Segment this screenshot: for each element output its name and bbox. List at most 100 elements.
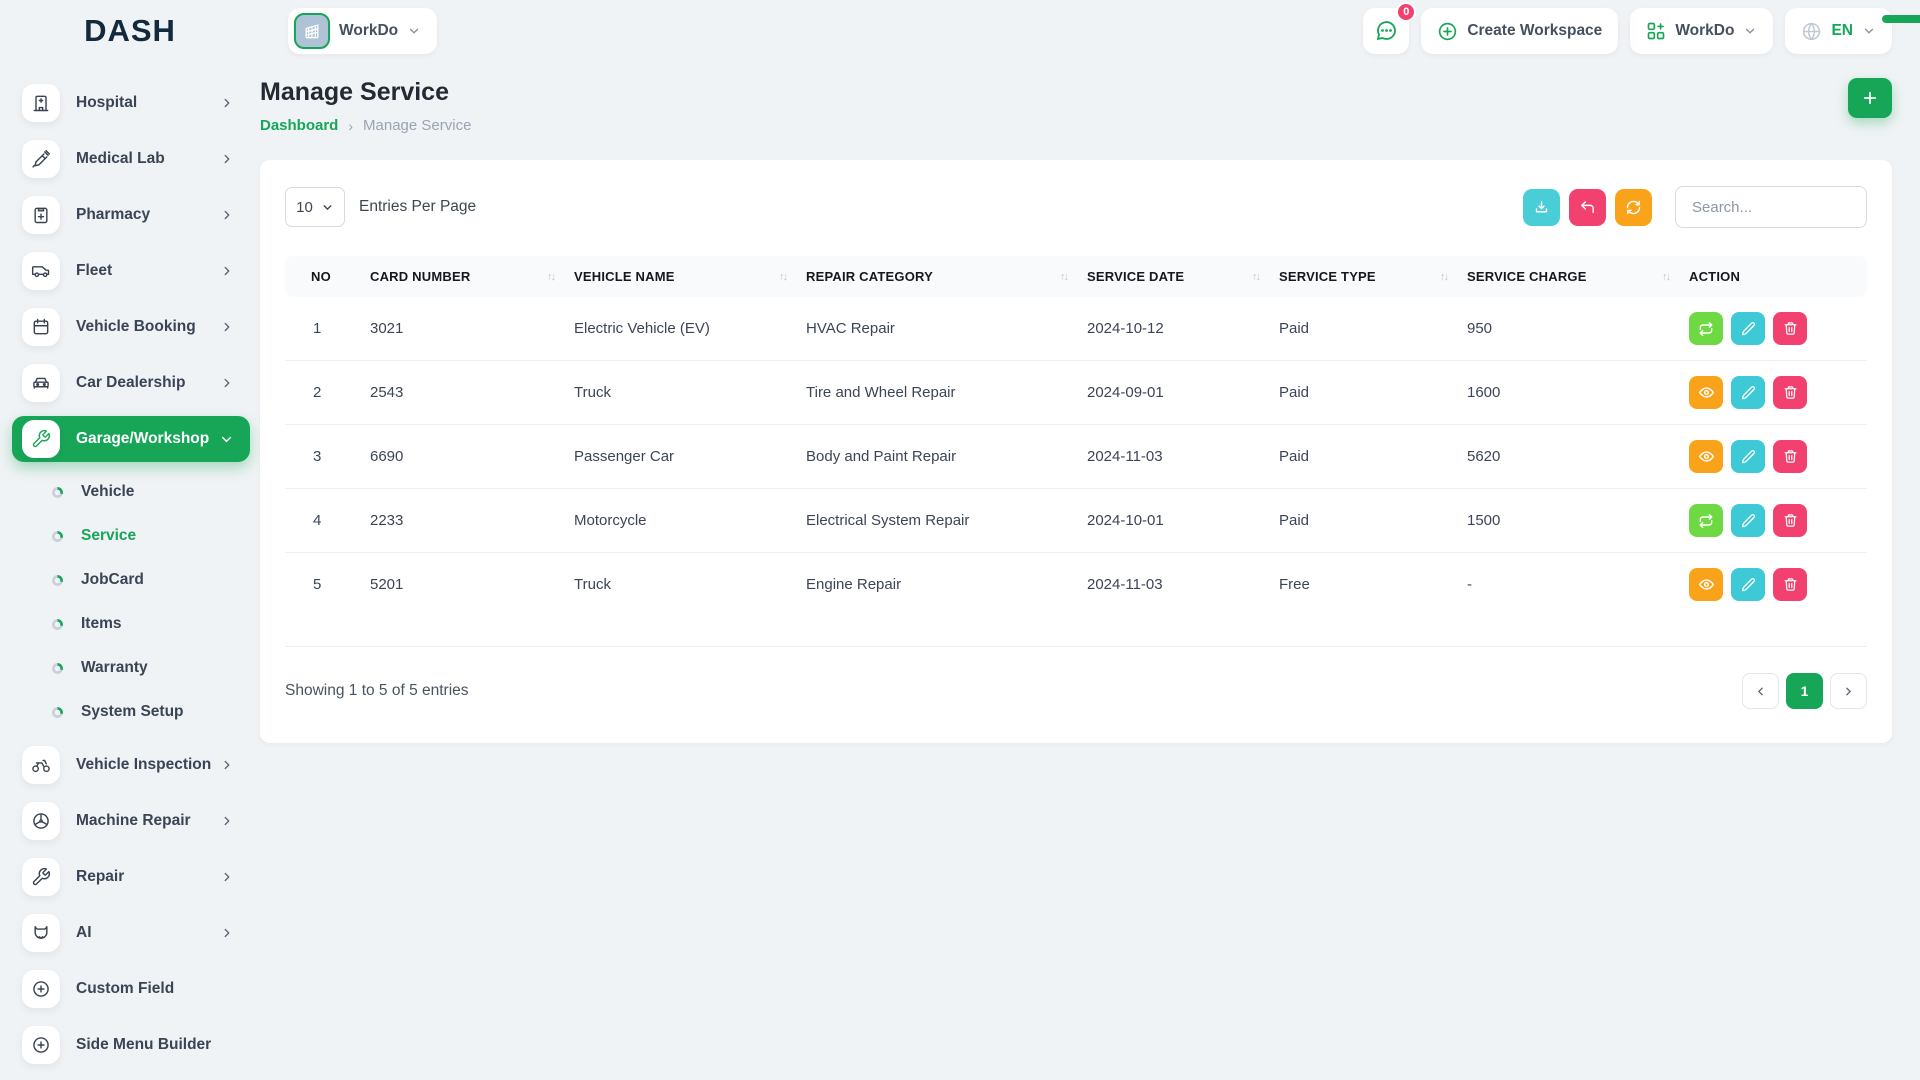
sidebar-item-garage-workshop[interactable]: Garage/Workshop — [12, 416, 250, 462]
delete-button[interactable] — [1773, 568, 1807, 601]
pagination-next-button[interactable] — [1830, 673, 1867, 709]
bullet-icon — [52, 618, 63, 630]
sidebar-subitem-label: Items — [81, 615, 122, 632]
header-card-number[interactable]: ↑↓ CARD NUMBER — [360, 256, 564, 297]
sidebar-subitem-label: Vehicle — [81, 483, 135, 500]
pagination-page-1-button[interactable]: 1 — [1786, 673, 1823, 709]
sort-icon[interactable]: ↑↓ — [1252, 271, 1261, 283]
chevron-right-icon — [220, 814, 234, 828]
edit-icon — [1741, 321, 1756, 336]
sidebar-subitem-vehicle[interactable]: Vehicle — [10, 472, 250, 512]
delete-button[interactable] — [1773, 376, 1807, 409]
cell-service-charge: - — [1457, 552, 1679, 616]
language-selector[interactable]: EN — [1785, 8, 1892, 54]
delete-button[interactable] — [1773, 312, 1807, 345]
cell-card-number: 6690 — [360, 424, 564, 489]
view-button[interactable] — [1689, 376, 1723, 409]
edit-icon — [1741, 385, 1756, 400]
header-no: NO — [285, 256, 360, 297]
view-button[interactable] — [1689, 568, 1723, 601]
sidebar-item-label: Vehicle Inspection — [76, 756, 212, 773]
edit-button[interactable] — [1731, 312, 1765, 345]
delete-icon — [1783, 321, 1798, 336]
fan-icon — [22, 802, 60, 840]
sort-icon[interactable]: ↑↓ — [1440, 271, 1449, 283]
header-vehicle-name[interactable]: ↑↓ VEHICLE NAME — [564, 256, 796, 297]
sort-icon[interactable]: ↑↓ — [1662, 271, 1671, 283]
logo[interactable]: DASH — [0, 13, 1920, 49]
sidebar-item-vehicle-booking[interactable]: Vehicle Booking — [12, 304, 250, 350]
sidebar: Hospital Medical Lab Pharmacy Fleet Vehicle … — [0, 0, 260, 1080]
edit-button[interactable] — [1731, 440, 1765, 473]
undo-button[interactable] — [1569, 188, 1606, 226]
chevron-down-icon — [1743, 24, 1757, 38]
create-workspace-label: Create Workspace — [1467, 22, 1603, 39]
sidebar-subitem-items[interactable]: Items — [10, 604, 250, 644]
workdo-menu-button[interactable]: WorkDo — [1630, 8, 1774, 54]
delete-button[interactable] — [1773, 440, 1807, 473]
sidebar-item-custom-field[interactable]: Custom Field — [12, 966, 250, 1012]
cell-service-type: Paid — [1269, 488, 1457, 553]
sidebar-item-repair[interactable]: Repair — [12, 854, 250, 900]
table-row: 1 3021 Electric Vehicle (EV) HVAC Repair 202… — [285, 297, 1867, 361]
delete-button[interactable] — [1773, 504, 1807, 537]
sort-icon[interactable]: ↑↓ — [547, 271, 556, 283]
header-action: ACTION — [1679, 256, 1867, 297]
sort-icon[interactable]: ↑↓ — [779, 271, 788, 283]
export-download-button[interactable] — [1523, 188, 1560, 226]
chat-button[interactable]: 0 — [1363, 2, 1417, 54]
table-footer: Showing 1 to 5 of 5 entries 1 — [285, 646, 1867, 709]
cell-service-charge: 1500 — [1457, 488, 1679, 553]
edit-button[interactable] — [1731, 504, 1765, 537]
cell-vehicle-name: Passenger Car — [564, 424, 796, 489]
edit-icon — [1741, 577, 1756, 592]
edit-button[interactable] — [1731, 376, 1765, 409]
table-body: 1 3021 Electric Vehicle (EV) HVAC Repair 202… — [285, 297, 1867, 616]
pagination-prev-button[interactable] — [1742, 673, 1779, 709]
sidebar-subitem-jobcard[interactable]: JobCard — [10, 560, 250, 600]
sidebar-subitem-label: Warranty — [81, 659, 148, 676]
header-service-type[interactable]: ↑↓ SERVICE TYPE — [1269, 256, 1457, 297]
refresh-button[interactable] — [1615, 188, 1652, 226]
repeat-button[interactable] — [1689, 504, 1723, 537]
entries-per-page-select[interactable]: 10 — [285, 187, 345, 227]
chevron-down-icon — [1862, 24, 1876, 38]
breadcrumb-dashboard-link[interactable]: Dashboard — [260, 117, 338, 134]
plus-icon — [1861, 89, 1879, 107]
sidebar-item-medical-lab[interactable]: Medical Lab — [12, 136, 250, 182]
sidebar-item-pharmacy[interactable]: Pharmacy — [12, 192, 250, 238]
header-repair-category[interactable]: ↑↓ REPAIR CATEGORY — [796, 256, 1077, 297]
add-service-button[interactable] — [1848, 78, 1892, 118]
toolbar-actions — [1523, 186, 1867, 228]
cell-vehicle-name: Truck — [564, 552, 796, 616]
repeat-button[interactable] — [1689, 312, 1723, 345]
sidebar-subitem-warranty[interactable]: Warranty — [10, 648, 250, 688]
edit-button[interactable] — [1731, 568, 1765, 601]
sort-icon[interactable]: ↑↓ — [1060, 271, 1069, 283]
header-service-charge[interactable]: ↑↓ SERVICE CHARGE — [1457, 256, 1679, 297]
page-title: Manage Service — [260, 78, 449, 106]
sidebar-item-fleet[interactable]: Fleet — [12, 248, 250, 294]
create-workspace-button[interactable]: Create Workspace — [1421, 8, 1619, 54]
cell-service-type: Free — [1269, 552, 1457, 616]
sidebar-subitem-system-setup[interactable]: System Setup — [10, 692, 250, 732]
sidebar-item-side-menu-builder[interactable]: Side Menu Builder — [12, 1022, 250, 1068]
sidebar-item-ai[interactable]: AI — [12, 910, 250, 956]
sidebar-subitem-service[interactable]: Service — [10, 516, 250, 556]
workspace-name: WorkDo — [339, 22, 399, 39]
building-icon — [302, 21, 322, 41]
globe-icon — [1801, 21, 1822, 42]
sidebar-item-machine-repair[interactable]: Machine Repair — [12, 798, 250, 844]
workspace-selector[interactable]: WorkDo — [288, 8, 438, 54]
row-actions — [1689, 440, 1857, 473]
search-input[interactable] — [1675, 186, 1867, 228]
sidebar-item-hospital[interactable]: Hospital — [12, 80, 250, 126]
table-row: 3 6690 Passenger Car Body and Paint Repair 2… — [285, 424, 1867, 489]
cell-repair-category: HVAC Repair — [806, 320, 895, 337]
header-service-date[interactable]: ↑↓ SERVICE DATE — [1077, 256, 1269, 297]
view-button[interactable] — [1689, 440, 1723, 473]
sidebar-item-car-dealership[interactable]: Car Dealership — [12, 360, 250, 406]
table-header-row: NO ↑↓ CARD NUMBER ↑↓ VEHICLE NAME ↑↓ REPAIR… — [285, 256, 1867, 297]
breadcrumb: Dashboard › Manage Service — [260, 117, 471, 134]
sidebar-item-vehicle-inspection[interactable]: Vehicle Inspection — [12, 742, 250, 788]
